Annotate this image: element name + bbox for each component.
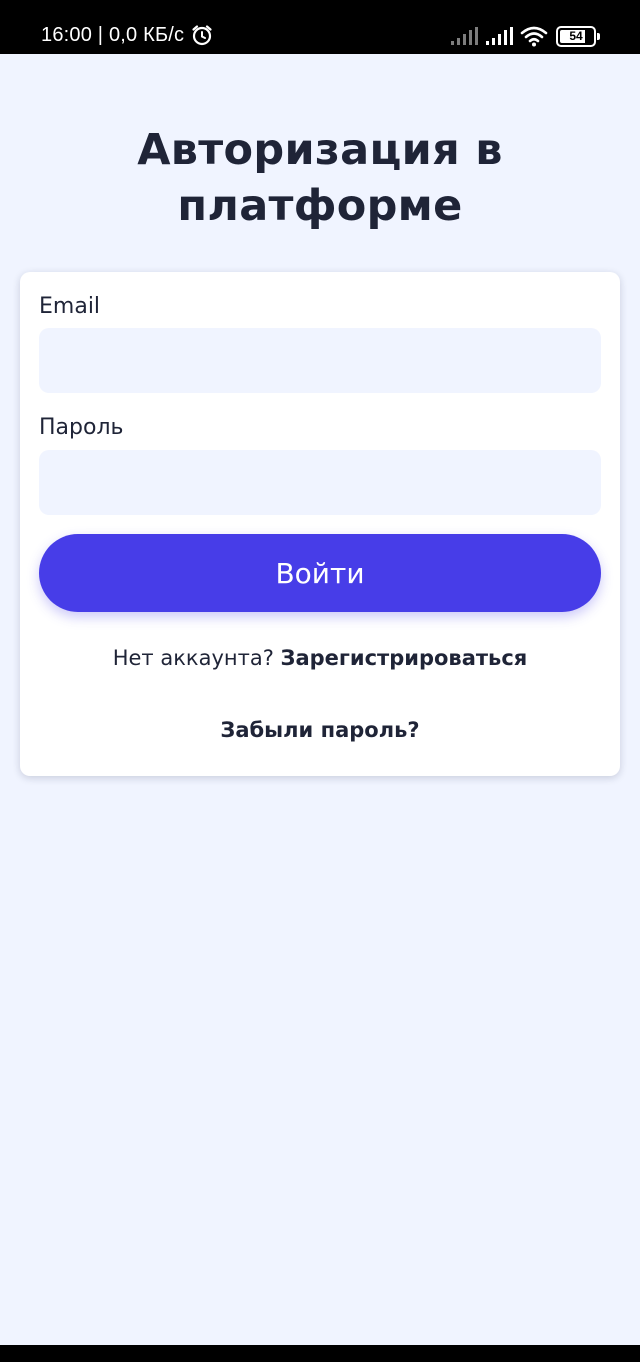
battery-cap bbox=[597, 32, 600, 40]
password-label: Пароль bbox=[39, 415, 124, 440]
wifi-icon bbox=[520, 25, 548, 47]
password-input[interactable] bbox=[39, 450, 601, 515]
forgot-password-link[interactable]: Забыли пароль? bbox=[20, 718, 620, 742]
register-link[interactable]: Зарегистрироваться bbox=[281, 646, 528, 670]
battery-icon: 54 bbox=[556, 25, 600, 47]
status-right: 54 bbox=[443, 0, 600, 72]
login-card: Email Пароль Войти Нет аккаунта? Зарегис… bbox=[20, 272, 620, 776]
email-input[interactable] bbox=[39, 328, 601, 393]
battery-level: 54 bbox=[567, 28, 585, 43]
status-time: 16:00 | 0,0 КБ/с bbox=[41, 23, 185, 46]
no-account-text: Нет аккаунта? bbox=[112, 646, 281, 670]
status-left: 16:00 | 0,0 КБ/с bbox=[41, 0, 214, 71]
page-title-line1: Авторизация в bbox=[137, 125, 503, 175]
register-row: Нет аккаунта? Зарегистрироваться bbox=[20, 646, 620, 670]
page-title: Авторизация в платформе bbox=[0, 122, 640, 234]
email-label: Email bbox=[39, 294, 101, 319]
signal-icon bbox=[450, 26, 478, 46]
login-button[interactable]: Войти bbox=[39, 534, 601, 612]
page-title-line2: платформе bbox=[177, 181, 463, 231]
status-bar: 16:00 | 0,0 КБ/с 54 bbox=[0, 0, 640, 54]
signal-icon bbox=[485, 26, 513, 46]
alarm-clock-icon bbox=[190, 23, 214, 47]
navigation-bar bbox=[0, 1345, 640, 1362]
